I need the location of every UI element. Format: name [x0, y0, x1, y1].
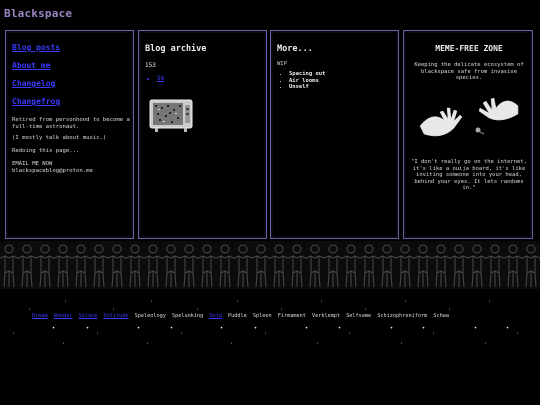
post-count: 153: [145, 62, 156, 69]
nav-panel: Blog posts About me Changelog Changefrog…: [5, 30, 134, 239]
meme-free-panel: MEME-FREE ZONE Keeping the delicate ecos…: [403, 30, 533, 239]
star: ✦: [170, 325, 174, 331]
star: ✦: [338, 325, 342, 331]
more-item[interactable]: Unself: [289, 84, 325, 91]
star: ·: [488, 299, 492, 305]
status-text: Redoing this page...: [12, 148, 80, 154]
tv-static-icon: [149, 99, 193, 132]
star: ✦: [390, 325, 394, 331]
word-text: Speleology: [134, 313, 166, 319]
archive-item[interactable]: 56: [157, 75, 164, 82]
star: ·: [516, 331, 520, 337]
word-text: Spelunking: [171, 313, 204, 319]
star: ·: [180, 331, 184, 337]
star: ·: [484, 341, 488, 347]
nav-link-changelog[interactable]: Changelog: [12, 79, 55, 88]
star: ·: [236, 299, 240, 305]
starfield: · · · · · · · · · · · · ✦ ✦ ✦ ✦ ✦ ✦ ✦ ✦ …: [0, 290, 540, 360]
star: ·: [230, 341, 234, 347]
more-list: Spacing out Air looms Unself: [281, 71, 325, 91]
star: ✦: [220, 325, 224, 331]
nav-link-changefrog[interactable]: Changefrog: [12, 97, 60, 106]
word-text: Schwa: [433, 313, 450, 319]
star: ·: [316, 341, 320, 347]
word-text: Selfsame: [346, 313, 372, 319]
star: ✦: [137, 325, 141, 331]
email-text: EMAIL ME NOW blackspaceblog@proton.me: [12, 161, 93, 174]
word-link[interactable]: Void: [209, 313, 222, 319]
word-text: Firmament: [277, 313, 306, 319]
bio-text: Retired from personhood to become a full…: [12, 117, 130, 130]
star: ·: [96, 331, 100, 337]
star: ✦: [86, 325, 90, 331]
word-text: Puddle: [227, 313, 247, 319]
word-row: Dream Wonder Solace Solitude Speleology …: [32, 313, 452, 319]
word-link[interactable]: Dream: [32, 313, 48, 319]
more-item[interactable]: Spacing out: [289, 71, 325, 78]
zone-description: Keeping the delicate ecosystem of blacks…: [414, 62, 524, 81]
star: ✦: [474, 325, 478, 331]
archive-list: 56: [149, 75, 164, 82]
star: ·: [64, 299, 68, 305]
star: ✦: [506, 325, 510, 331]
zone-title: MEME-FREE ZONE: [435, 44, 503, 53]
word-link[interactable]: Solace: [79, 313, 98, 319]
star: ·: [320, 299, 324, 305]
word-text: Spleen: [252, 313, 272, 319]
star: ✦: [254, 325, 258, 331]
nav-link-blog-posts[interactable]: Blog posts: [12, 43, 60, 52]
archive-panel: Blog archive 153 56: [138, 30, 267, 239]
word-text: Verklempt: [311, 313, 341, 319]
zone-quote: "I don't really go on the internet, it's…: [411, 159, 527, 191]
star: ·: [62, 341, 66, 347]
archive-title: Blog archive: [145, 44, 207, 54]
more-title: More...: [277, 44, 313, 54]
star: ·: [146, 341, 150, 347]
site-title[interactable]: Blackspace: [4, 7, 72, 20]
star: ·: [264, 331, 268, 337]
word-text: Schizophreniform: [377, 313, 428, 319]
star: ·: [150, 299, 154, 305]
topics-text: (I mostly talk about music.): [12, 135, 107, 141]
star: ·: [404, 299, 408, 305]
star: ✦: [422, 325, 426, 331]
word-link[interactable]: Wonder: [54, 313, 73, 319]
star: ·: [432, 331, 436, 337]
star: ·: [12, 331, 16, 337]
word-link[interactable]: Solitude: [104, 313, 129, 319]
star: ·: [28, 307, 32, 313]
more-panel: More... WIP Spacing out Air looms Unself: [270, 30, 399, 239]
star: ✦: [305, 325, 309, 331]
wip-label: WIP: [277, 61, 287, 67]
star: ✦: [52, 325, 56, 331]
paper-dolls-banner: [0, 241, 540, 289]
nav-link-about-me[interactable]: About me: [12, 61, 51, 70]
star: ·: [400, 341, 404, 347]
reaching-hands-image: [414, 86, 524, 156]
archive-link[interactable]: 56: [157, 75, 164, 82]
star: ·: [348, 331, 352, 337]
